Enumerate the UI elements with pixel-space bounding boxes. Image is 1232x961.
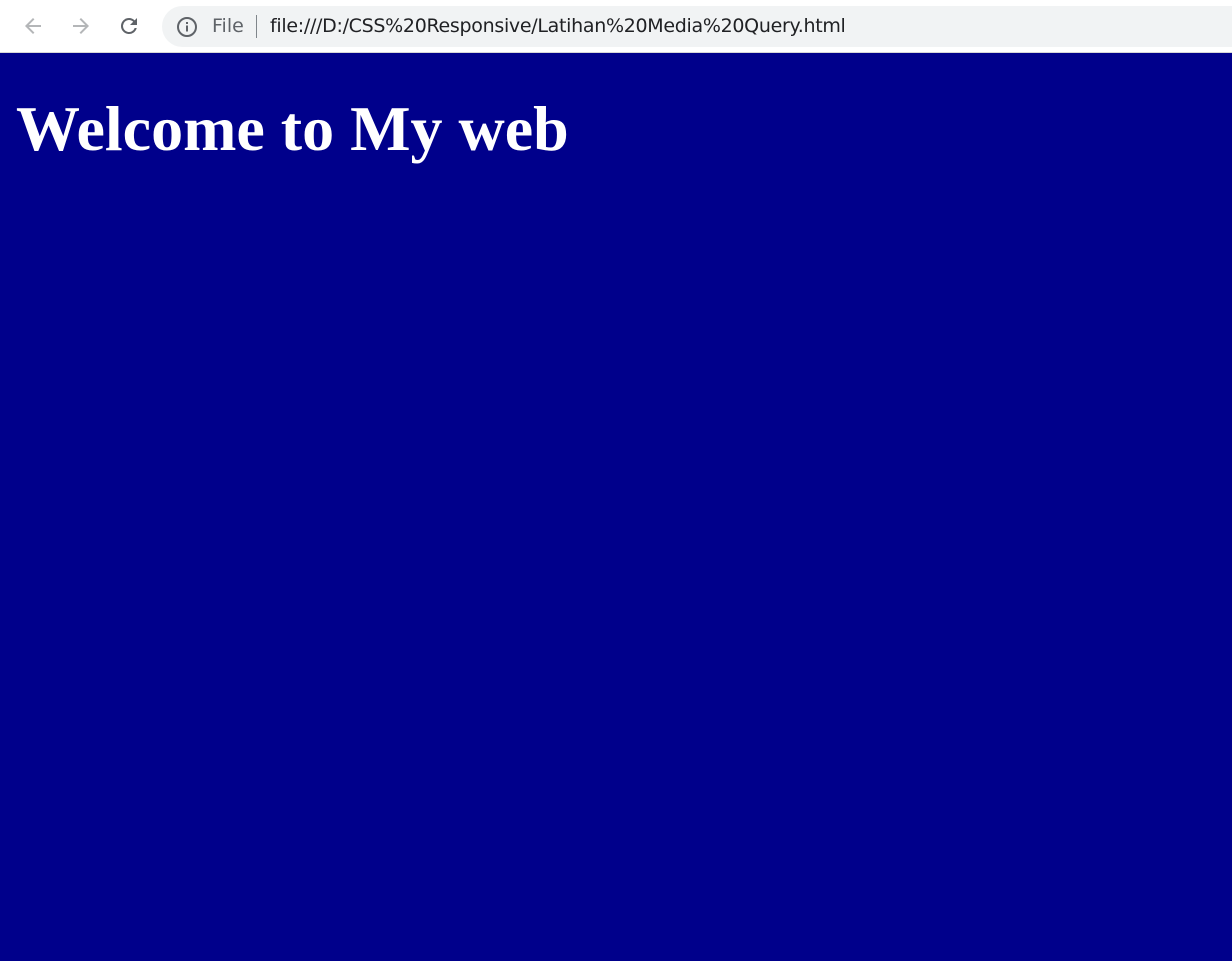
page-viewport: Welcome to My web bbox=[0, 53, 1232, 961]
page-heading: Welcome to My web bbox=[16, 93, 569, 164]
arrow-right-icon bbox=[73, 18, 89, 34]
reload-button[interactable] bbox=[112, 9, 146, 43]
browser-toolbar: File file:///D:/CSS%20Responsive/Latihan… bbox=[0, 0, 1232, 53]
site-info-button[interactable]: File bbox=[176, 15, 244, 38]
info-icon bbox=[177, 16, 197, 37]
arrow-left-icon bbox=[25, 18, 41, 34]
scheme-label: File bbox=[212, 15, 244, 37]
reload-icon bbox=[121, 18, 137, 34]
back-button[interactable] bbox=[16, 9, 50, 43]
address-bar[interactable]: File file:///D:/CSS%20Responsive/Latihan… bbox=[162, 6, 1232, 47]
address-divider bbox=[256, 15, 257, 38]
url-text[interactable]: file:///D:/CSS%20Responsive/Latihan%20Me… bbox=[270, 14, 846, 39]
forward-button[interactable] bbox=[64, 9, 98, 43]
